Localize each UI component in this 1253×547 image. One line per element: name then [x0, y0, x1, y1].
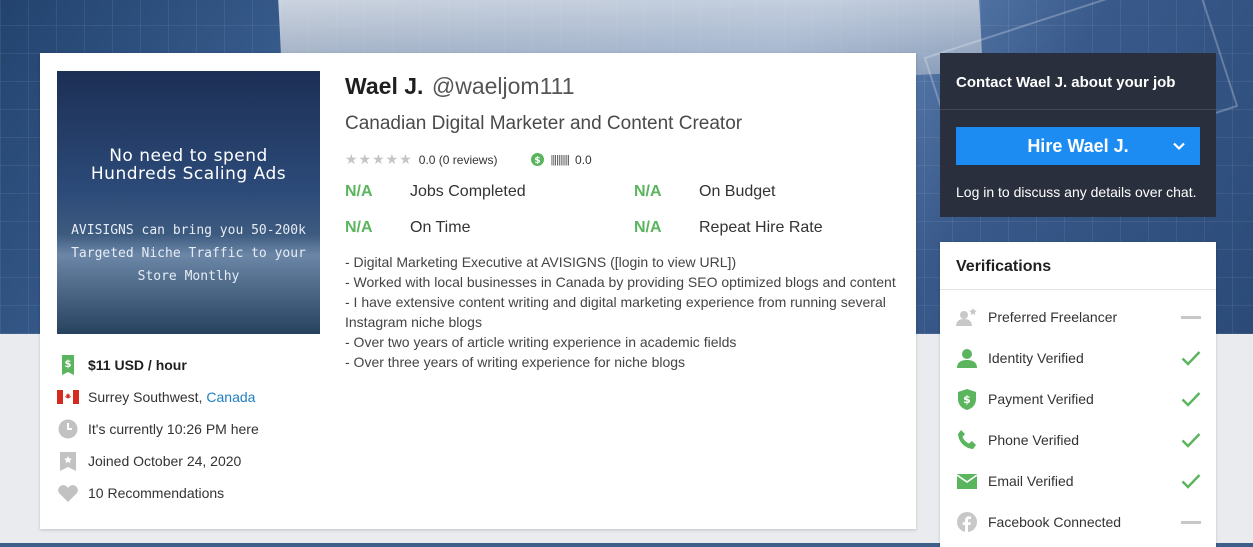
- profile-name: Wael J.: [345, 73, 424, 99]
- svg-text:$: $: [963, 393, 971, 406]
- local-time: It's currently 10:26 PM here: [88, 421, 259, 437]
- bio-line: - Over two years of article writing expe…: [345, 334, 737, 350]
- profile-name-line: Wael J. @waeljom111: [345, 73, 575, 100]
- verification-label: Email Verified: [988, 473, 1074, 489]
- profile-bio: - Digital Marketing Executive at AVISIGN…: [345, 252, 905, 372]
- star-rating-icon: ★★★★★: [345, 151, 413, 167]
- location-country-link[interactable]: Canada: [206, 389, 255, 405]
- stat-value: N/A: [345, 219, 373, 236]
- verification-identity: Identity Verified: [956, 346, 1202, 370]
- svg-text:$: $: [65, 359, 72, 370]
- stat-label: On Budget: [699, 183, 776, 200]
- checkmark-icon: [1180, 389, 1202, 409]
- bio-line: - Over three years of writing experience…: [345, 354, 686, 370]
- recommendations-row: 10 Recommendations: [57, 477, 327, 509]
- hourly-rate: $11 USD / hour: [88, 357, 187, 373]
- phone-icon: [956, 429, 978, 451]
- verification-label: Phone Verified: [988, 432, 1080, 448]
- contact-title: Contact Wael J. about your job: [956, 74, 1176, 91]
- profile-handle: @waeljom111: [431, 73, 575, 99]
- profile-card: No need to spend Hundreds Scaling Ads AV…: [40, 53, 916, 529]
- contact-note: Log in to discuss any details over chat.: [956, 184, 1197, 200]
- verification-preferred-freelancer: Preferred Freelancer: [956, 305, 1202, 329]
- earnings-score-value: 0.0: [575, 152, 592, 167]
- hire-button-label: Hire Wael J.: [1027, 135, 1129, 156]
- profile-avatar: No need to spend Hundreds Scaling Ads AV…: [57, 71, 320, 334]
- canada-flag-icon: [57, 386, 79, 408]
- calendar-icon: [57, 450, 79, 472]
- verification-label: Payment Verified: [988, 391, 1094, 407]
- chevron-down-icon[interactable]: [1172, 137, 1186, 158]
- shield-dollar-icon: $: [956, 388, 978, 410]
- bio-line: - I have extensive content writing and d…: [345, 294, 886, 330]
- checkmark-icon: [1180, 471, 1202, 491]
- verification-email: Email Verified: [956, 469, 1202, 493]
- verification-label: Facebook Connected: [988, 514, 1122, 530]
- facebook-icon: [956, 511, 978, 533]
- stat-label: On Time: [410, 219, 471, 236]
- profile-details: $ $11 USD / hour Surrey Southwest, Canad…: [57, 349, 327, 509]
- bio-line: - Worked with local businesses in Canada…: [345, 274, 896, 290]
- divider: [940, 109, 1216, 110]
- stat-label: Jobs Completed: [410, 183, 526, 200]
- location-row: Surrey Southwest, Canada: [57, 381, 327, 413]
- verification-payment: $ Payment Verified: [956, 387, 1202, 411]
- rating-line: ★★★★★ 0.0 (0 reviews) $ |||||||||| 0.0: [345, 151, 592, 168]
- not-verified-dash-icon: [1180, 307, 1202, 327]
- not-verified-dash-icon: [1180, 512, 1202, 532]
- earnings-bars-icon: ||||||||||: [550, 153, 570, 166]
- bio-line: - Digital Marketing Executive at AVISIGN…: [345, 254, 737, 270]
- contact-panel: Contact Wael J. about your job Hire Wael…: [940, 53, 1216, 217]
- verifications-panel: Verifications Preferred Freelancer Ident…: [940, 242, 1216, 547]
- dollar-tag-icon: $: [57, 354, 79, 376]
- divider: [940, 289, 1216, 290]
- rating-text: 0.0 (0 reviews): [418, 152, 498, 167]
- profile-tagline: Canadian Digital Marketer and Content Cr…: [345, 113, 743, 134]
- joined-row: Joined October 24, 2020: [57, 445, 327, 477]
- user-icon: [956, 347, 978, 369]
- stat-value: N/A: [634, 219, 662, 236]
- avatar-ad-subtext: AVISIGNS can bring you 50-200k Targeted …: [71, 223, 306, 284]
- hourly-rate-row: $ $11 USD / hour: [57, 349, 327, 381]
- joined-date: Joined October 24, 2020: [88, 453, 242, 469]
- location-city: Surrey Southwest,: [88, 389, 203, 405]
- dollar-circle-icon: $: [531, 153, 545, 166]
- preferred-freelancer-icon: [956, 306, 978, 328]
- stat-value: N/A: [634, 183, 662, 200]
- verification-phone: Phone Verified: [956, 428, 1202, 452]
- svg-text:$: $: [535, 156, 541, 166]
- hire-button[interactable]: Hire Wael J.: [956, 127, 1200, 165]
- verification-label: Identity Verified: [988, 350, 1084, 366]
- heart-icon: [57, 482, 79, 504]
- clock-icon: [57, 418, 79, 440]
- stat-value: N/A: [345, 183, 373, 200]
- verifications-title: Verifications: [956, 258, 1052, 275]
- checkmark-icon: [1180, 430, 1202, 450]
- recommendations-count: 10 Recommendations: [88, 485, 225, 501]
- avatar-ad-headline: No need to spend Hundreds Scaling Ads: [90, 146, 287, 184]
- verification-label: Preferred Freelancer: [988, 309, 1118, 325]
- stat-label: Repeat Hire Rate: [699, 219, 823, 236]
- envelope-icon: [956, 470, 978, 492]
- verification-facebook: Facebook Connected: [956, 510, 1202, 534]
- earnings-score: $ |||||||||| 0.0: [531, 152, 592, 167]
- checkmark-icon: [1180, 348, 1202, 368]
- local-time-row: It's currently 10:26 PM here: [57, 413, 327, 445]
